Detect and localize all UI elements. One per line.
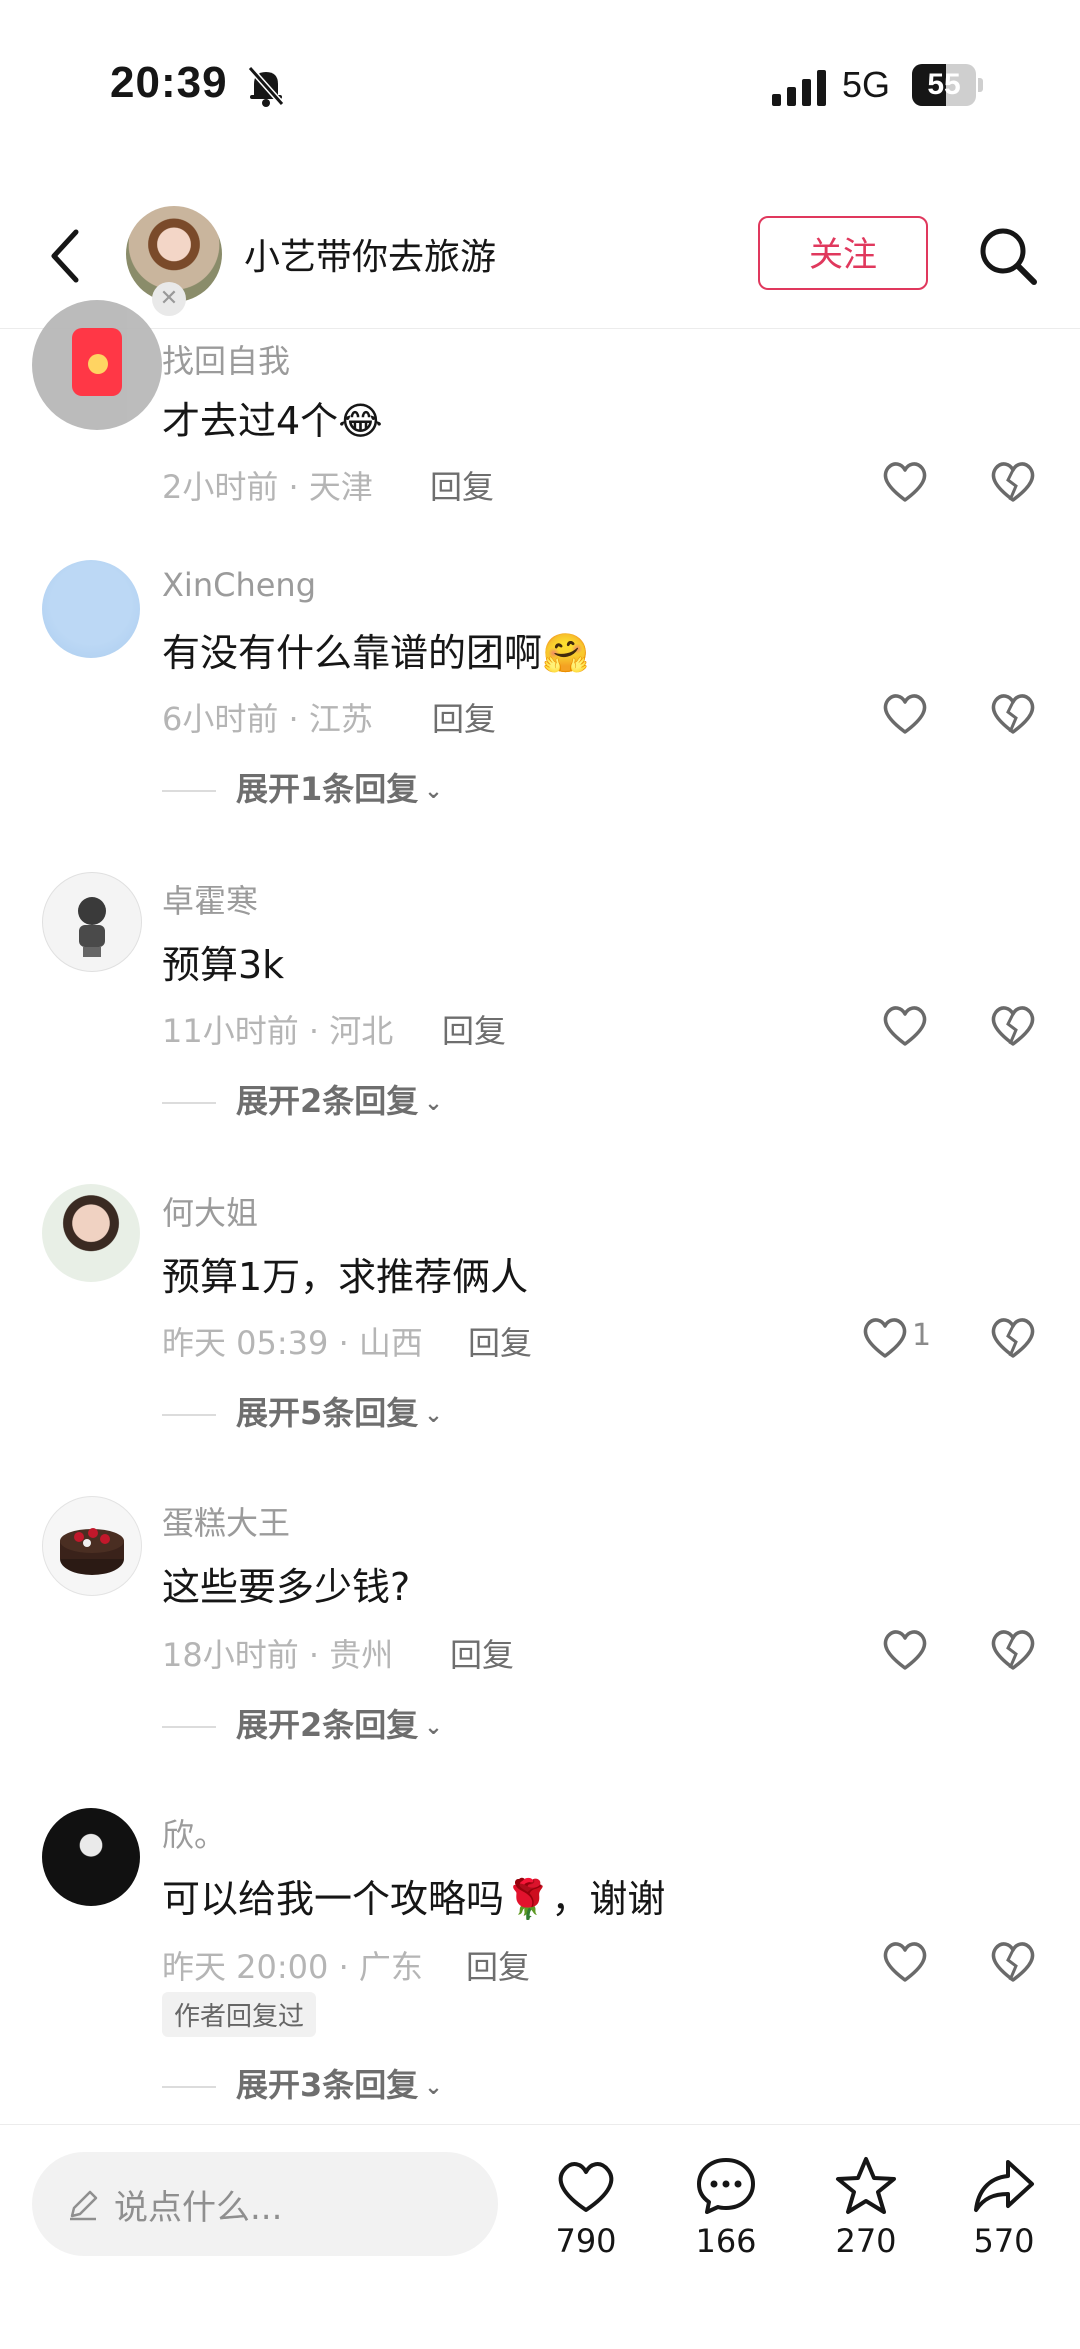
- comment-username[interactable]: XinCheng: [162, 566, 316, 604]
- comment-meta: 昨天 20:00 · 广东: [162, 1948, 423, 1986]
- broken-heart-icon[interactable]: [988, 1000, 1038, 1050]
- comment-username[interactable]: 欣。: [162, 1810, 226, 1856]
- heart-icon[interactable]: [860, 1312, 910, 1362]
- share-count: 570: [973, 2222, 1035, 2260]
- heart-icon[interactable]: [880, 1936, 930, 1986]
- heart-icon[interactable]: [880, 1624, 930, 1674]
- broken-heart-icon[interactable]: [988, 456, 1038, 506]
- comment-avatar[interactable]: [42, 1496, 142, 1596]
- comment-text: 有没有什么靠谱的团啊🤗: [162, 631, 590, 675]
- chevron-down-icon: ⌄: [424, 1402, 443, 1428]
- search-icon[interactable]: [976, 224, 1040, 288]
- expand-replies-button[interactable]: 展开3条回复 ⌄: [162, 2060, 443, 2106]
- favorite-count: 270: [835, 2222, 897, 2260]
- like-count: 790: [555, 2222, 617, 2260]
- comment-text: 预算3k: [162, 943, 285, 987]
- comment-username[interactable]: 找回自我: [162, 336, 290, 382]
- comment-text: 才去过4个😂: [162, 399, 383, 443]
- comment-meta: 11小时前 · 河北: [162, 1012, 394, 1050]
- chevron-down-icon: ⌄: [424, 1090, 443, 1116]
- heart-icon[interactable]: [880, 1000, 930, 1050]
- comment-meta: 18小时前 · 贵州: [162, 1636, 394, 1674]
- pencil-icon: [70, 2190, 98, 2221]
- expand-replies-button[interactable]: 展开2条回复 ⌄: [162, 1700, 443, 1746]
- comment-input-placeholder: 说点什么...: [114, 2188, 283, 2228]
- broken-heart-icon[interactable]: [988, 1624, 1038, 1674]
- expand-replies-button[interactable]: 展开2条回复 ⌄: [162, 1076, 443, 1122]
- expand-replies-button[interactable]: 展开1条回复 ⌄: [162, 764, 443, 810]
- battery-level: 55: [927, 68, 961, 101]
- signal-icon: [772, 70, 826, 106]
- reply-button[interactable]: 回复: [432, 694, 496, 740]
- close-icon[interactable]: ✕: [152, 282, 186, 316]
- share-arrow-icon[interactable]: [972, 2154, 1036, 2218]
- reply-button[interactable]: 回复: [468, 1318, 532, 1364]
- reply-button[interactable]: 回复: [450, 1630, 514, 1676]
- comment-meta: 6小时前 · 江苏: [162, 700, 373, 738]
- comment-text: 可以给我一个攻略吗🌹，谢谢: [162, 1877, 666, 1921]
- red-packet-floater[interactable]: [32, 300, 162, 430]
- comment-avatar[interactable]: [42, 1808, 140, 1906]
- comment-username[interactable]: 何大姐: [162, 1188, 258, 1234]
- status-time: 20:39: [110, 58, 228, 107]
- reply-button[interactable]: 回复: [442, 1006, 506, 1052]
- chevron-down-icon: ⌄: [424, 1714, 443, 1740]
- comment-avatar[interactable]: [42, 1184, 140, 1282]
- broken-heart-icon[interactable]: [988, 1936, 1038, 1986]
- network-type: 5G: [842, 64, 891, 105]
- comment-input[interactable]: 说点什么...: [32, 2152, 498, 2256]
- heart-icon[interactable]: [880, 688, 930, 738]
- heart-icon[interactable]: [880, 456, 930, 506]
- comment-count: 166: [695, 2222, 757, 2260]
- comment-avatar[interactable]: [42, 560, 140, 658]
- follow-button[interactable]: 关注: [758, 216, 928, 290]
- comment-username[interactable]: 卓霍寒: [162, 876, 258, 922]
- red-envelope-icon: [72, 328, 122, 396]
- chevron-down-icon: ⌄: [424, 778, 443, 804]
- comment-text: 这些要多少钱?: [162, 1565, 411, 1609]
- comment-username[interactable]: 蛋糕大王: [162, 1498, 290, 1544]
- broken-heart-icon[interactable]: [988, 688, 1038, 738]
- comment-text: 预算1万，求推荐俩人: [162, 1255, 529, 1299]
- star-icon[interactable]: [834, 2154, 898, 2218]
- chevron-down-icon: ⌄: [424, 2074, 443, 2100]
- emoji: 🌹: [504, 1877, 552, 1921]
- comment-meta: 昨天 05:39 · 山西: [162, 1324, 423, 1362]
- like-heart-icon[interactable]: [554, 2154, 618, 2218]
- battery-icon: 55: [912, 64, 984, 106]
- reply-button[interactable]: 回复: [430, 462, 494, 508]
- comment-bubble-icon[interactable]: [694, 2154, 758, 2218]
- broken-heart-icon[interactable]: [988, 1312, 1038, 1362]
- back-icon[interactable]: [46, 226, 86, 286]
- comment-avatar[interactable]: [42, 872, 142, 972]
- author-replied-tag: 作者回复过: [162, 1992, 317, 2037]
- reply-button[interactable]: 回复: [466, 1942, 530, 1988]
- author-name[interactable]: 小艺带你去旅游: [244, 228, 496, 280]
- emoji: 🤗: [542, 631, 590, 675]
- comment-meta: 2小时前 · 天津: [162, 468, 373, 506]
- like-count: 1: [912, 1318, 932, 1353]
- bell-off-icon: [247, 66, 285, 107]
- emoji: 😂: [338, 399, 383, 443]
- expand-replies-button[interactable]: 展开5条回复 ⌄: [162, 1388, 443, 1434]
